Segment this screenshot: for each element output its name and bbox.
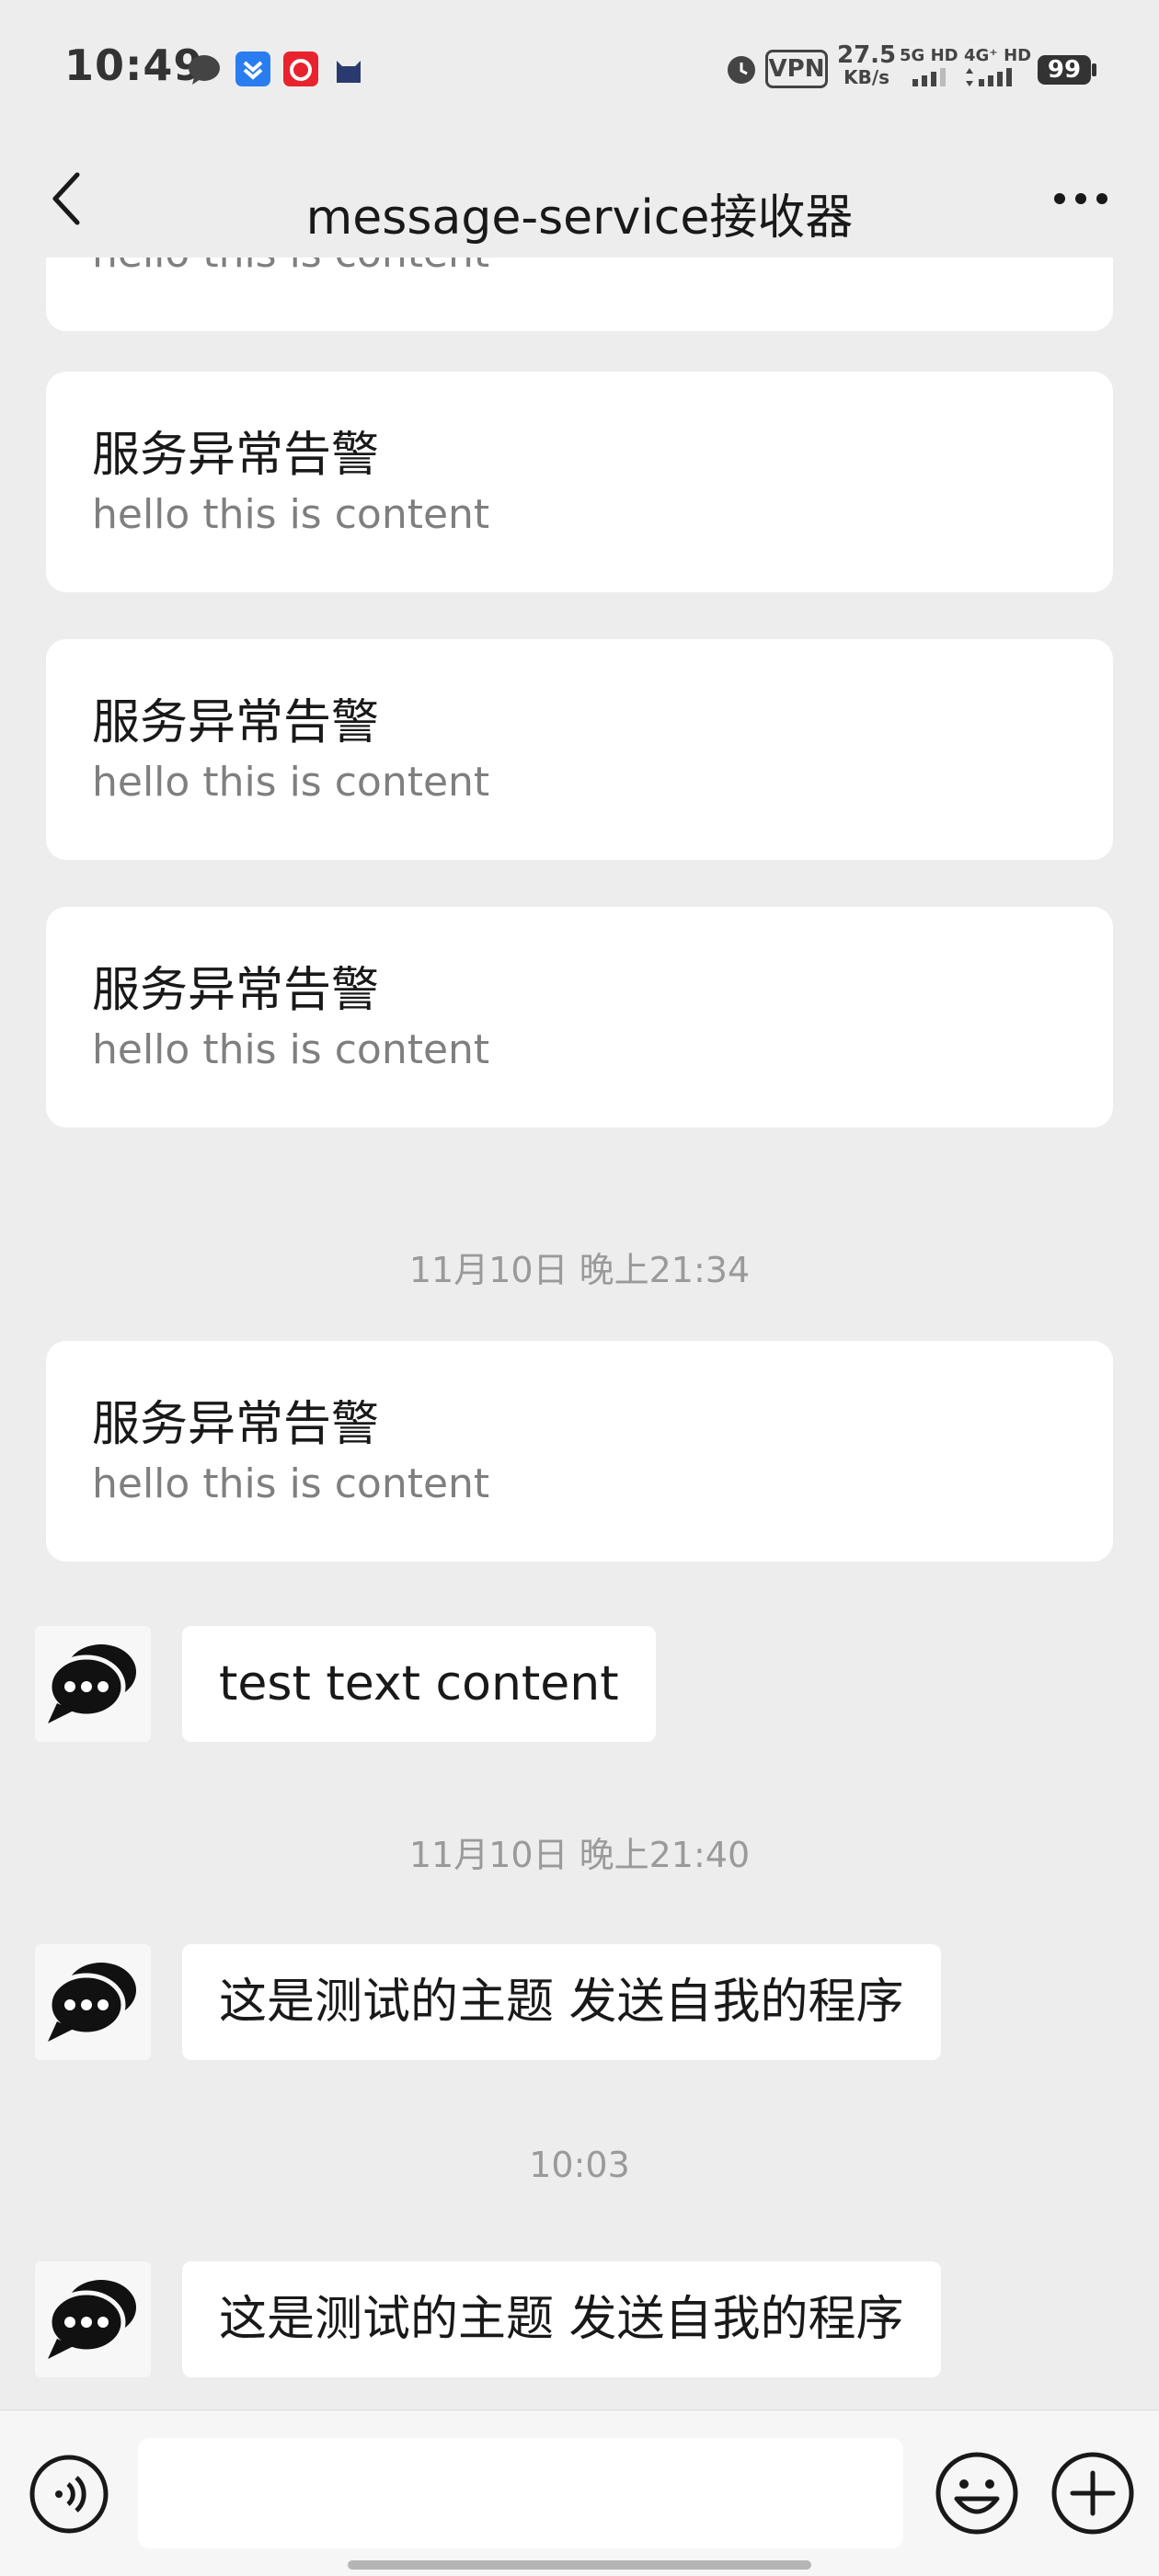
home-indicator[interactable] <box>348 2560 811 2570</box>
timestamp: 11月10日 晚上21:34 <box>408 1250 751 1290</box>
card-body: hello this is content <box>92 1460 490 1507</box>
avatar[interactable] <box>35 1944 151 2060</box>
chat-bubbles-icon <box>47 2280 136 2359</box>
chat-header: message-service接收器 <box>0 138 1159 258</box>
battery-tip <box>1092 63 1096 76</box>
message-card[interactable]: 服务异常告警 hello this is content <box>46 639 1113 860</box>
card-body: hello this is content <box>92 759 490 806</box>
timestamp: 11月10日 晚上21:40 <box>408 1835 751 1875</box>
chat-bubbles-icon <box>47 1644 136 1723</box>
cat-app-icon <box>337 61 361 83</box>
message-bubble[interactable]: 这是测试的主题 发送自我的程序 <box>182 2261 941 2377</box>
signal-bars-2-icon <box>966 68 1012 86</box>
chat-title: message-service接收器 <box>305 190 854 246</box>
message-card[interactable]: 服务异常告警 hello this is content <box>46 372 1113 592</box>
download-app-icon <box>235 52 270 86</box>
card-body: hello this is content <box>92 258 489 277</box>
voice-icon <box>29 2455 109 2534</box>
plus-circle-icon <box>1051 2452 1134 2535</box>
card-body: hello this is content <box>92 1026 490 1073</box>
status-bar: 10:49 VPN 27.5 KB/s 5G HD 4G⁺ HD 99 <box>0 0 1159 138</box>
music-app-icon <box>283 52 318 86</box>
chat-bubbles-icon <box>47 1963 136 2042</box>
message-list[interactable]: hello this is content 服务异常告警 hello this … <box>0 258 1159 2410</box>
message-card[interactable]: hello this is content <box>46 258 1113 331</box>
timestamp: 10:03 <box>529 2145 630 2185</box>
message-input[interactable] <box>138 2438 903 2548</box>
battery-indicator: 99 <box>1038 55 1091 85</box>
network-speed: 27.5 KB/s <box>837 41 897 88</box>
more-functions-button[interactable] <box>1047 2447 1139 2539</box>
network-speed-unit: KB/s <box>843 66 890 88</box>
card-title: 服务异常告警 <box>92 963 380 1018</box>
avatar[interactable] <box>35 2261 151 2377</box>
more-options-button[interactable] <box>1039 162 1122 235</box>
message-bubble[interactable]: 这是测试的主题 发送自我的程序 <box>182 1944 941 2060</box>
network-speed-value: 27.5 <box>837 41 897 69</box>
card-title: 服务异常告警 <box>92 1397 380 1452</box>
signal-label-1: 5G HD <box>900 46 958 65</box>
more-dots-icon <box>1054 193 1107 204</box>
input-bar <box>0 2410 1159 2576</box>
vpn-badge: VPN <box>765 50 828 88</box>
card-body: hello this is content <box>92 491 490 538</box>
message-card[interactable]: 服务异常告警 hello this is content <box>46 1341 1113 1562</box>
chat-notification-icon <box>189 55 220 85</box>
alarm-icon <box>728 56 755 84</box>
card-title: 服务异常告警 <box>92 428 380 483</box>
smiley-icon <box>935 2452 1018 2535</box>
card-title: 服务异常告警 <box>92 695 380 750</box>
message-card[interactable]: 服务异常告警 hello this is content <box>46 907 1113 1128</box>
emoji-button[interactable] <box>931 2447 1023 2539</box>
voice-input-button[interactable] <box>28 2453 110 2536</box>
status-time: 10:49 <box>64 40 204 90</box>
signal-bars-1-icon <box>912 68 946 86</box>
avatar[interactable] <box>35 1626 151 1742</box>
message-bubble[interactable]: test text content <box>182 1626 656 1742</box>
signal-label-2: 4G⁺ HD <box>964 46 1032 65</box>
